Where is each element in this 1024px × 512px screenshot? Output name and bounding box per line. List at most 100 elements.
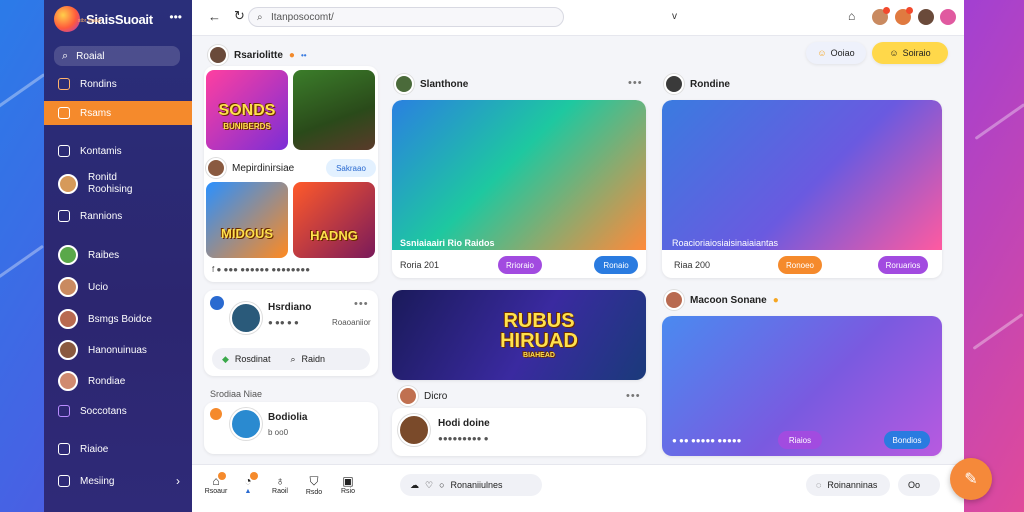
bottom-tab[interactable]: ▣ Rsio <box>336 474 360 495</box>
sidebar-item-3[interactable]: Ronitd Roohising <box>44 170 192 198</box>
bottom-chip[interactable]: ☁ ♡ ○ Ronaniiulnes <box>400 474 542 496</box>
tab-indicator: ▲ <box>244 488 252 495</box>
sidebar-search[interactable]: ⌕ Roaial <box>54 46 180 66</box>
tab-label: Rsio <box>340 488 355 495</box>
chevron-down-icon[interactable]: v <box>672 11 677 22</box>
bottom-tab[interactable]: ⛉ Rsdo <box>302 474 326 496</box>
game-thumbnail[interactable]: HADNG <box>293 182 375 258</box>
media-card[interactable]: ● ●● ●●●●● ●●●●● Riaios Bondios <box>662 316 942 456</box>
card-button[interactable]: Ronaio <box>594 256 638 274</box>
sidebar-item-9[interactable]: Rondiae <box>44 369 192 393</box>
media-card[interactable]: Ssniaiaairi Rio Raidos Roria 201 Rriorai… <box>392 100 646 278</box>
sidebar-item-label: Rannions <box>80 210 123 222</box>
more-dots-icon[interactable]: ••• <box>626 390 641 402</box>
post-tag: Roaoaniior <box>332 318 371 327</box>
sidebar-item-7[interactable]: Bsmgs Boidce <box>44 307 192 331</box>
sidebar-item-12[interactable]: Mesiing › <box>44 469 192 493</box>
column-title: Rsariolitte <box>234 49 283 61</box>
more-dots-icon[interactable]: ••• <box>354 298 369 310</box>
card-caption: Ssniaiaairi Rio Raidos <box>400 238 495 248</box>
sidebar-item-11[interactable]: Riaioe <box>44 437 192 461</box>
more-dots-icon[interactable]: ••• <box>169 10 182 24</box>
group-photo[interactable] <box>293 70 375 150</box>
cloud-icon: ☁ <box>410 479 419 490</box>
brand[interactable]: SiaisSuoait <box>54 6 153 32</box>
sidebar-item-label: Ucio <box>88 281 109 293</box>
avatar <box>398 386 418 406</box>
avatar <box>230 408 262 440</box>
home-icon[interactable]: ⌂ <box>848 9 855 23</box>
background-streak <box>974 103 1024 140</box>
sidebar-item-0[interactable]: Rondins <box>44 72 192 96</box>
sidebar-item-1[interactable]: Rsams <box>44 101 192 125</box>
column-header[interactable]: Rsariolitte ● •• <box>208 45 307 65</box>
sidebar-item-2[interactable]: Kontamis <box>44 139 192 163</box>
action-label[interactable]: Rosdinat <box>235 354 271 364</box>
bottom-chip[interactable]: Oo <box>898 474 940 496</box>
avatar[interactable] <box>918 9 934 25</box>
bottom-chip[interactable]: ◌ Roinanninas <box>806 474 890 496</box>
card-button[interactable]: Roruarios <box>878 256 928 274</box>
avatar <box>664 74 684 94</box>
sidebar-item-4[interactable]: Rannions <box>44 204 192 228</box>
game-artwork <box>662 100 942 250</box>
background-streak <box>0 244 44 279</box>
sidebar-item-8[interactable]: Hanonuinuas <box>44 338 192 362</box>
media-card[interactable]: Roacioriaiosiaisinaiaiantas Riaa 200 Ron… <box>662 100 942 278</box>
chat-icon: ◌ <box>816 480 822 490</box>
action-label[interactable]: Raidn <box>302 354 326 364</box>
sparkle-icon: •• <box>300 50 307 60</box>
like-icon[interactable]: ◆ <box>222 354 229 365</box>
avatar <box>230 302 262 334</box>
square-icon <box>58 405 70 417</box>
card-caption: ● ●● ●●●●● ●●●●● <box>672 436 742 445</box>
post-name: Hsrdiano <box>268 302 312 313</box>
column-header[interactable]: Rondine <box>664 74 730 94</box>
thumbnail-title: SONDS <box>218 102 276 119</box>
back-arrow-icon[interactable]: ← <box>208 9 221 24</box>
smile-icon: ☺ <box>817 48 827 58</box>
sidebar-item-6[interactable]: Ucio <box>44 275 192 299</box>
game-thumbnail[interactable]: SONDS BUNIBERDS <box>206 70 288 150</box>
card-button[interactable]: Rrioraio <box>498 256 542 274</box>
card-meta: Roria 201 <box>400 260 440 270</box>
sidebar-item-label: Rondins <box>80 78 117 90</box>
bottom-tab[interactable]: ♁ Raoil <box>268 474 292 495</box>
column-header[interactable]: Slanthone <box>394 74 468 94</box>
avatar <box>58 174 78 194</box>
sidebar-item-5[interactable]: Raibes <box>44 243 192 267</box>
notification-badge <box>883 7 890 14</box>
card-button[interactable]: Riaios <box>778 431 822 449</box>
square-icon <box>58 210 70 222</box>
brand-tagline: stbr ssaup <box>78 18 102 24</box>
card-button[interactable]: Bondios <box>884 431 930 449</box>
thumbnail-title: HADNG <box>310 228 358 243</box>
avatar[interactable] <box>940 9 956 25</box>
reload-icon[interactable]: ↻ <box>234 8 245 24</box>
search-icon[interactable]: ⌕ <box>290 354 295 365</box>
badge-icon <box>210 408 222 420</box>
header-button[interactable]: ☺ Soiraio <box>872 42 948 64</box>
post-header: Dicro <box>398 386 447 406</box>
sidebar-item-label: Hanonuinuas <box>88 344 147 356</box>
heart-icon: ♡ <box>425 479 434 490</box>
meta-row: f ● ●●● ●●●●●● ●●●●●●●● <box>212 265 311 274</box>
chip-label: Ronaniiulnes <box>450 480 503 490</box>
media-card[interactable]: RUBUS HIRUAD BIAHEAD <box>392 290 646 380</box>
notification-badge <box>250 472 258 480</box>
section-header[interactable]: Macoon Sonane ● <box>664 290 779 310</box>
more-dots-icon[interactable]: ••• <box>628 77 643 89</box>
address-bar[interactable]: ⌕ Itanposocomt/ <box>248 7 564 27</box>
thumbnail-title: MIDOUS <box>221 226 273 241</box>
sidebar: SiaisSuoait stbr ssaup ••• ⌕ Roaial Rond… <box>44 0 192 512</box>
sidebar-item-label: Kontamis <box>80 145 122 157</box>
bell-icon: ♁ <box>275 474 285 488</box>
compose-button[interactable]: ✎ <box>950 458 992 500</box>
card-button[interactable]: Ronoeo <box>778 256 822 274</box>
game-thumbnail[interactable]: MIDOUS <box>206 182 288 258</box>
section-pill[interactable]: Sakraao <box>326 159 376 177</box>
sidebar-item-10[interactable]: Soccotans <box>44 399 192 423</box>
header-button[interactable]: ☺ Ooiao <box>806 42 866 64</box>
shield-icon: ⛉ <box>309 474 319 488</box>
avatar <box>58 371 78 391</box>
